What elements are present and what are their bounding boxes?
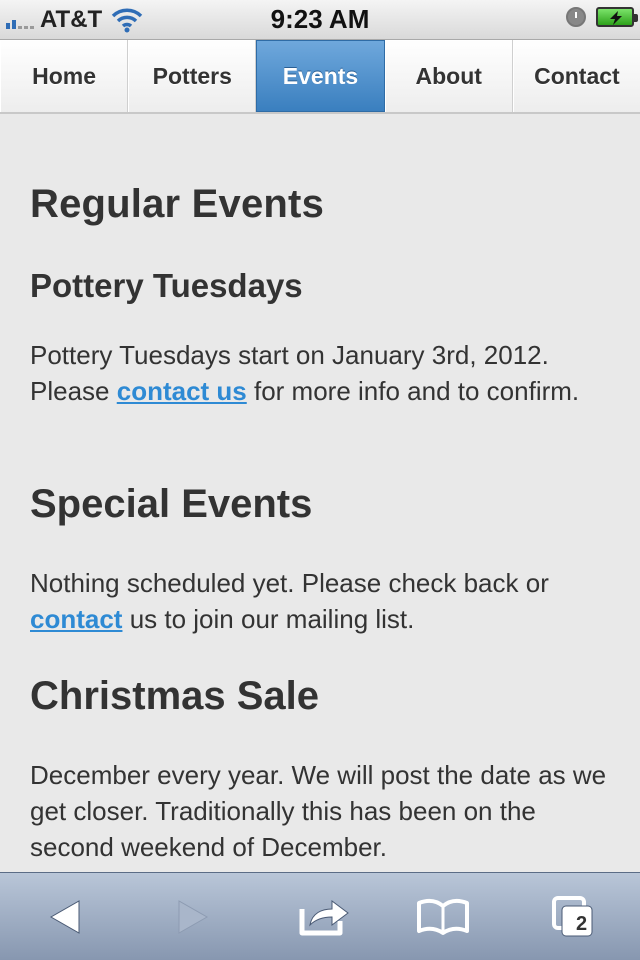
status-right [566, 7, 638, 27]
pages-count: 2 [576, 913, 588, 935]
contact-link[interactable]: contact [30, 604, 122, 634]
section-text-christmas-sale: December every year. We will post the da… [30, 760, 607, 862]
contact-us-link[interactable]: contact us [117, 376, 247, 406]
share-icon [299, 900, 349, 936]
tab-label: Events [282, 62, 359, 89]
tab-about[interactable]: About [384, 40, 513, 112]
browser-toolbar: 2 [0, 872, 640, 960]
tab-label: Contact [534, 62, 620, 89]
text-span: for more info and to confirm. [246, 376, 580, 406]
section-heading-pottery-tuesdays: Pottery Tuesdays [30, 267, 303, 304]
forward-arrow-icon [178, 900, 209, 934]
back-button[interactable] [35, 889, 95, 945]
section-text-special-events: Nothing scheduled yet. Please check back… [30, 565, 620, 637]
tab-home[interactable]: Home [0, 40, 129, 112]
main-content: Regular Events Pottery Tuesdays Pottery … [30, 114, 620, 874]
bookmarks-book-icon [417, 898, 469, 935]
section-heading-special-events: Special Events [30, 482, 313, 526]
alarm-clock-icon [566, 7, 586, 27]
section-heading-christmas-sale: Christmas Sale [30, 674, 320, 718]
pages-button[interactable]: 2 [543, 889, 603, 945]
pages-icon [552, 896, 593, 937]
section-text-pottery-tuesdays: Pottery Tuesdays start on January 3rd, 2… [30, 337, 620, 409]
tab-events[interactable]: Events [256, 40, 385, 112]
tab-contact[interactable]: Contact [512, 40, 640, 112]
page-title: Regular Events [30, 182, 325, 226]
tab-label: Potters [152, 62, 232, 89]
forward-button[interactable] [163, 889, 223, 945]
status-bar: AT&T 9:23 AM [0, 0, 640, 40]
battery-charging-icon [596, 7, 638, 27]
bookmarks-button[interactable] [413, 889, 473, 945]
share-button[interactable] [294, 889, 354, 945]
tab-label: Home [32, 62, 97, 89]
tab-label: About [415, 62, 482, 89]
back-arrow-icon [49, 900, 80, 934]
nav-tabs: Home Potters Events About Contact [0, 40, 640, 114]
text-span: us to join our mailing list. [122, 604, 415, 634]
tab-potters[interactable]: Potters [128, 40, 257, 112]
status-time: 9:23 AM [270, 4, 370, 34]
text-span: Nothing scheduled yet. Please check back… [30, 568, 549, 598]
